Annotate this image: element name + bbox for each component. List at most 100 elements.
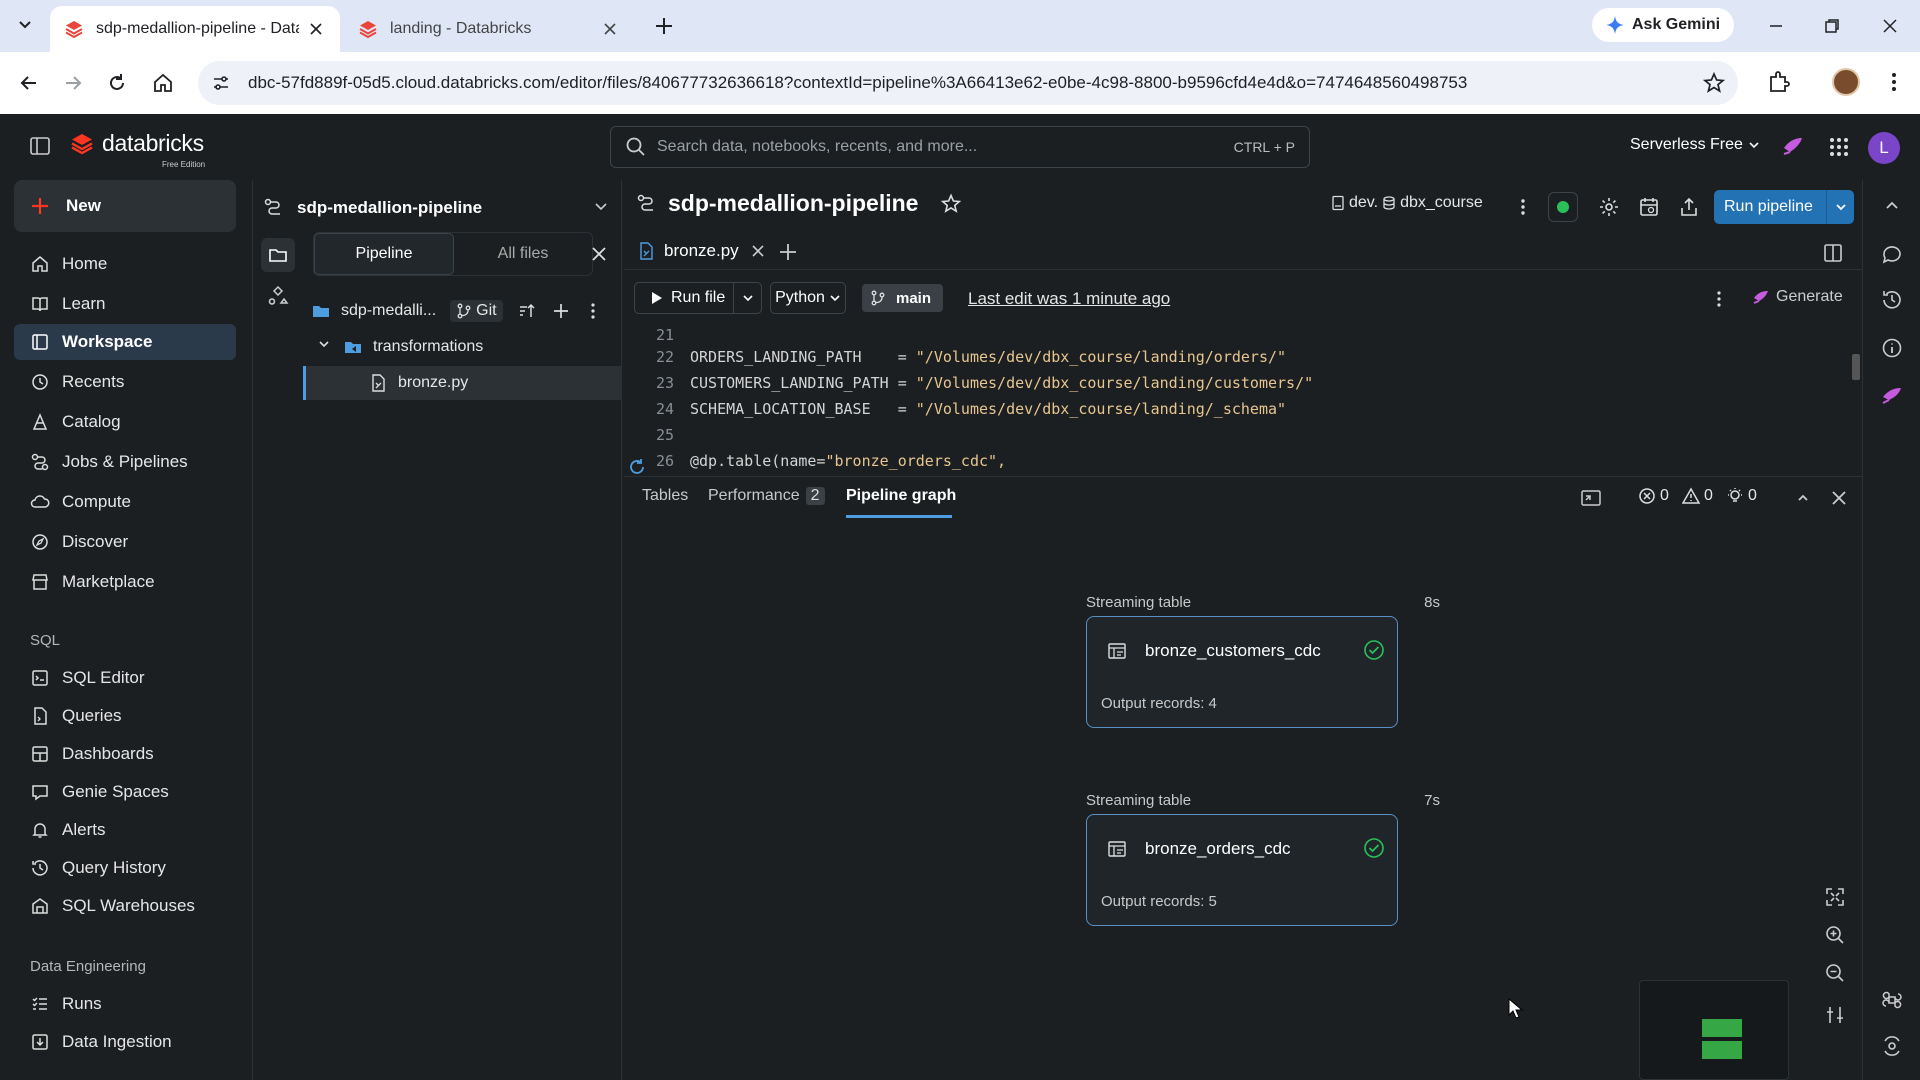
last-edit-link[interactable]: Last edit was 1 minute ago — [968, 289, 1170, 309]
warning-count[interactable]: 0 — [1682, 487, 1713, 505]
kebab-menu-icon[interactable] — [1510, 194, 1536, 220]
dock-panel-icon[interactable] — [1580, 487, 1602, 509]
kebab-menu-icon[interactable] — [583, 301, 603, 321]
nav-item-recents[interactable]: Recents — [14, 364, 236, 400]
assistant-sparkle-icon[interactable] — [1880, 384, 1904, 408]
history-icon[interactable] — [1880, 288, 1904, 312]
tab-all-files[interactable]: All files — [454, 233, 592, 275]
nav-item-sql-warehouses[interactable]: SQL Warehouses — [14, 888, 236, 924]
extensions-puzzle-icon[interactable] — [1766, 69, 1792, 95]
add-icon[interactable] — [551, 301, 571, 321]
nav-item-compute[interactable]: Compute — [14, 484, 236, 520]
pipeline-graph-canvas[interactable]: Streaming table 8s bronze_customers_cdc … — [624, 520, 1862, 1080]
chevron-up-icon[interactable] — [1880, 194, 1904, 218]
tab-pipeline-graph[interactable]: Pipeline graph — [846, 487, 956, 505]
tab-tables[interactable]: Tables — [642, 487, 688, 505]
nav-item-runs[interactable]: Runs — [14, 986, 236, 1022]
nav-item-query-history[interactable]: Query History — [14, 850, 236, 886]
close-icon[interactable] — [589, 244, 609, 264]
split-view-icon[interactable] — [1822, 242, 1844, 264]
run-file-dropdown-icon[interactable] — [733, 283, 761, 313]
site-info-icon[interactable] — [208, 70, 234, 96]
pipeline-status-indicator[interactable] — [1548, 192, 1578, 222]
bookmark-star-icon[interactable] — [1702, 71, 1726, 95]
nav-item-dashboards[interactable]: Dashboards — [14, 736, 236, 772]
user-avatar[interactable]: L — [1868, 132, 1900, 164]
tab-pipeline[interactable]: Pipeline — [314, 233, 454, 275]
info-icon[interactable] — [1880, 336, 1904, 360]
tree-file-bronze[interactable]: bronze.py — [303, 366, 621, 400]
assistant-sparkle-icon[interactable] — [1780, 134, 1806, 160]
close-tab-icon[interactable] — [751, 244, 765, 258]
help-settings-icon[interactable] — [1880, 1034, 1904, 1058]
layout-settings-icon[interactable] — [1824, 1004, 1846, 1026]
close-panel-icon[interactable] — [1828, 487, 1850, 509]
run-pipeline-dropdown-icon[interactable] — [1826, 190, 1854, 224]
databricks-logo[interactable]: databricks Free Edition — [70, 130, 205, 169]
run-cell-glyph-icon[interactable] — [628, 458, 646, 476]
run-file-button[interactable]: Run file — [634, 282, 762, 314]
settings-gear-icon[interactable] — [1596, 194, 1622, 220]
ask-gemini-button[interactable]: Ask Gemini — [1592, 8, 1735, 42]
nav-item-sql-editor[interactable]: SQL Editor — [14, 660, 236, 696]
kebab-menu-icon[interactable] — [1710, 290, 1728, 308]
catalog-schema-selector[interactable]: dev. dbx_course — [1330, 194, 1483, 212]
add-tab-icon[interactable] — [778, 242, 798, 262]
nav-item-catalog[interactable]: Catalog — [14, 404, 236, 440]
nav-item-data-ingestion[interactable]: Data Ingestion — [14, 1024, 236, 1060]
sidebar-toggle-icon[interactable] — [28, 134, 52, 158]
nav-item-learn[interactable]: Learn — [14, 286, 236, 322]
url-omnibox[interactable]: dbc-57fd889f-05d5.cloud.databricks.com/e… — [198, 61, 1738, 105]
keyboard-shortcuts-icon[interactable] — [1880, 988, 1904, 1012]
nav-item-workspace[interactable]: Workspace — [14, 324, 236, 360]
forward-arrow-icon[interactable] — [58, 68, 88, 98]
close-tab-icon[interactable] — [307, 19, 326, 39]
browser-tab-active[interactable]: sdp-medallion-pipeline - Datab — [50, 6, 340, 52]
tab-performance[interactable]: Performance 2 — [708, 487, 825, 505]
nav-item-discover[interactable]: Discover — [14, 524, 236, 560]
chevron-down-icon[interactable] — [593, 198, 609, 214]
minimize-window-icon[interactable] — [1764, 14, 1788, 38]
sort-icon[interactable] — [517, 301, 537, 321]
nav-item-genie-spaces[interactable]: Genie Spaces — [14, 774, 236, 810]
apps-grid-icon[interactable] — [1826, 134, 1852, 160]
editor-scrollbar[interactable] — [1852, 354, 1860, 380]
compute-selector[interactable]: Serverless Free — [1630, 136, 1761, 154]
chevron-up-icon[interactable] — [1792, 487, 1814, 509]
nav-item-marketplace[interactable]: Marketplace — [14, 564, 236, 600]
home-icon[interactable] — [148, 68, 178, 98]
folder-icon[interactable] — [261, 238, 295, 272]
graph-minimap[interactable] — [1639, 980, 1789, 1080]
new-button[interactable]: New — [14, 180, 236, 232]
tree-root-folder[interactable]: sdp-medalli... Git — [303, 294, 621, 328]
fit-view-icon[interactable] — [1824, 886, 1846, 908]
branch-badge[interactable]: main — [862, 284, 944, 312]
zoom-in-icon[interactable] — [1824, 924, 1846, 946]
code-editor[interactable]: 21 22 ORDERS_LANDING_PATH = "/Volumes/de… — [624, 324, 1862, 478]
reload-icon[interactable] — [102, 68, 132, 98]
back-arrow-icon[interactable] — [14, 68, 44, 98]
generate-button[interactable]: Generate — [1752, 288, 1843, 306]
graph-node-bronze-customers-cdc[interactable]: bronze_customers_cdc Output records: 4 — [1086, 616, 1398, 728]
comments-icon[interactable] — [1880, 242, 1904, 266]
nav-item-queries[interactable]: Queries — [14, 698, 236, 734]
zoom-out-icon[interactable] — [1824, 962, 1846, 984]
favorite-star-icon[interactable] — [940, 192, 962, 215]
tab-search-dropdown-icon[interactable] — [10, 10, 40, 40]
pipeline-title-text[interactable]: sdp-medallion-pipeline — [668, 190, 918, 217]
file-tab-bronze[interactable]: bronze.py — [636, 234, 765, 268]
git-button[interactable]: Git — [450, 300, 503, 322]
share-export-icon[interactable] — [1676, 194, 1702, 220]
browser-menu-icon[interactable] — [1882, 70, 1906, 94]
close-tab-icon[interactable] — [601, 19, 620, 39]
run-pipeline-button[interactable]: Run pipeline — [1714, 190, 1854, 224]
restore-window-icon[interactable] — [1820, 14, 1844, 38]
language-selector[interactable]: Python — [770, 282, 846, 314]
new-tab-icon[interactable] — [652, 14, 676, 38]
nav-item-home[interactable]: Home — [14, 246, 236, 282]
nav-item-jobs-pipelines[interactable]: Jobs & Pipelines — [14, 444, 236, 480]
browser-profile-avatar[interactable] — [1832, 68, 1860, 96]
schedule-calendar-icon[interactable] — [1636, 194, 1662, 220]
browser-tab[interactable]: landing - Databricks — [344, 6, 634, 52]
nav-item-alerts[interactable]: Alerts — [14, 812, 236, 848]
